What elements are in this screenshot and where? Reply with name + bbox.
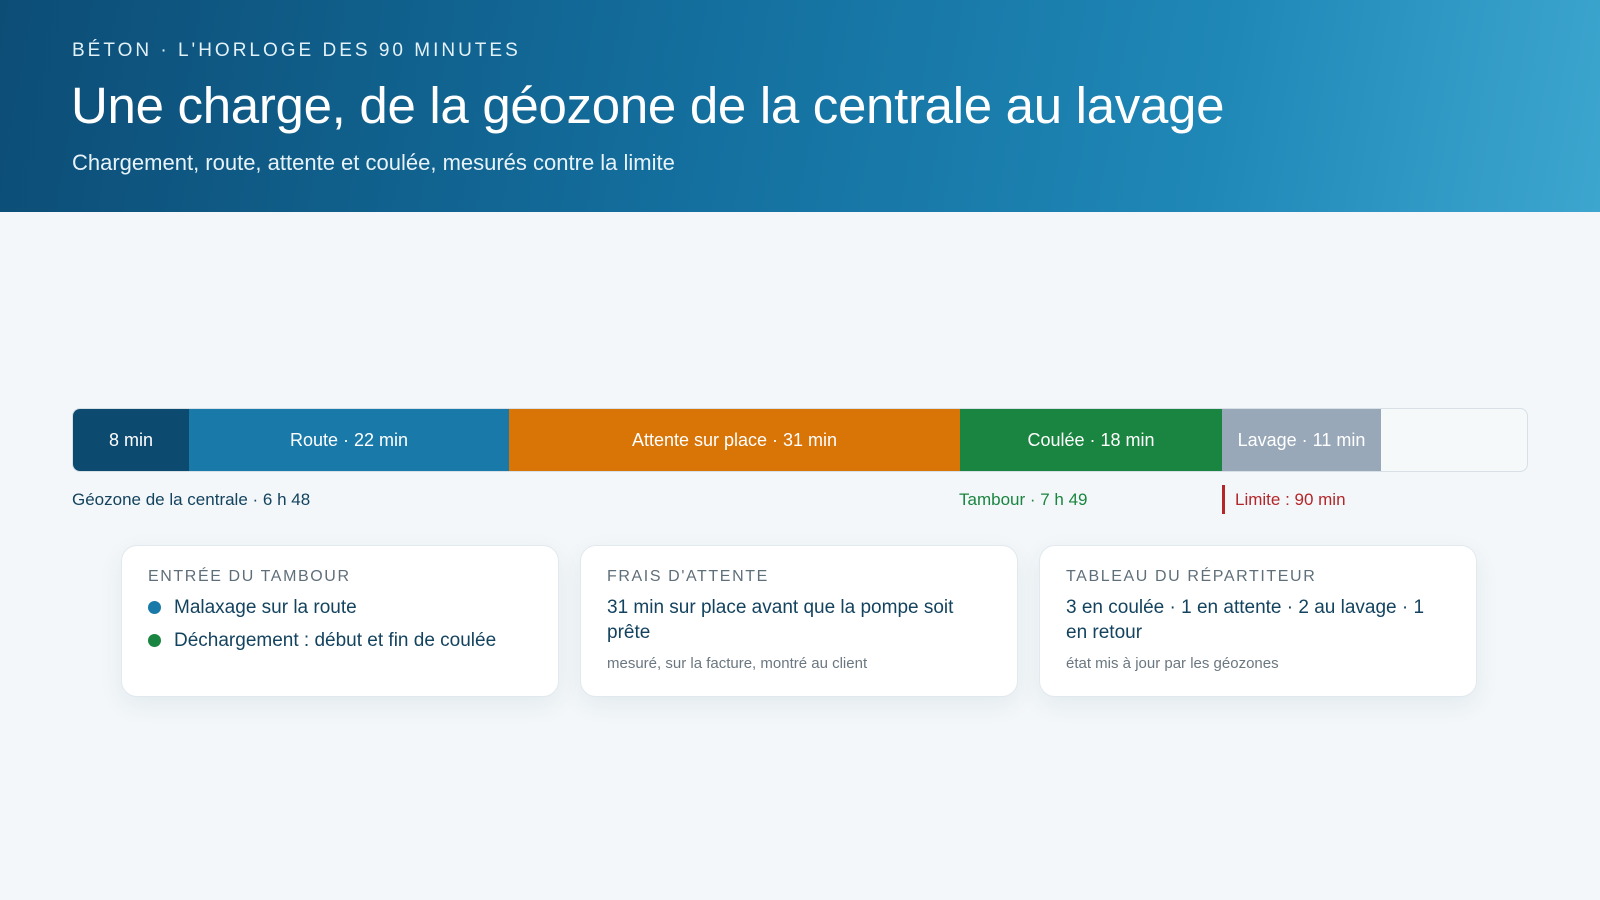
card-text: 31 min sur place avant que la pompe soit… — [607, 597, 954, 643]
page-subtitle: Chargement, route, attente et coulée, me… — [72, 150, 675, 175]
card-note: mesuré, sur la facture, montré au client — [607, 655, 868, 672]
timeline-bar: 8 min Route · 22 min Attente sur place ·… — [72, 408, 1528, 472]
segment-route: Route · 22 min — [189, 409, 509, 471]
segment-attente: Attente sur place · 31 min — [509, 409, 960, 471]
card-frais-attente: FRAIS D'ATTENTE 31 min sur place avant q… — [580, 545, 1018, 697]
eyebrow: BÉTON · L'HORLOGE DES 90 MINUTES — [72, 40, 521, 61]
marker-tambour: Tambour · 7 h 49 — [959, 490, 1088, 509]
legend-item-dechargement: Déchargement : début et fin de coulée — [148, 628, 532, 653]
segment-coulee: Coulée · 18 min — [960, 409, 1222, 471]
marker-geozone: Géozone de la centrale · 6 h 48 — [72, 490, 311, 509]
blue-dot-icon — [148, 601, 161, 614]
card-note: état mis à jour par les géozones — [1066, 655, 1279, 672]
segment-lavage: Lavage · 11 min — [1222, 409, 1381, 471]
card-text: 3 en coulée · 1 en attente · 2 au lavage… — [1066, 597, 1425, 643]
segment-chargement: 8 min — [73, 409, 189, 471]
card-label: FRAIS D'ATTENTE — [607, 568, 769, 585]
legend-item-label: Déchargement : début et fin de coulée — [174, 630, 497, 651]
page-title: Une charge, de la géozone de la centrale… — [71, 77, 1225, 134]
card-label: TABLEAU DU RÉPARTITEUR — [1066, 568, 1317, 585]
legend-item-malaxage: Malaxage sur la route — [148, 595, 532, 620]
info-cards: ENTRÉE DU TAMBOUR Malaxage sur la route … — [121, 545, 1477, 697]
legend-item-label: Malaxage sur la route — [174, 597, 357, 618]
card-entree-tambour: ENTRÉE DU TAMBOUR Malaxage sur la route … — [121, 545, 559, 697]
card-label: ENTRÉE DU TAMBOUR — [148, 568, 351, 585]
green-dot-icon — [148, 634, 161, 647]
marker-limite: Limite : 90 min — [1222, 485, 1346, 514]
page-header: BÉTON · L'HORLOGE DES 90 MINUTES Une cha… — [0, 0, 1600, 212]
card-tableau-repartiteur: TABLEAU DU RÉPARTITEUR 3 en coulée · 1 e… — [1039, 545, 1477, 697]
